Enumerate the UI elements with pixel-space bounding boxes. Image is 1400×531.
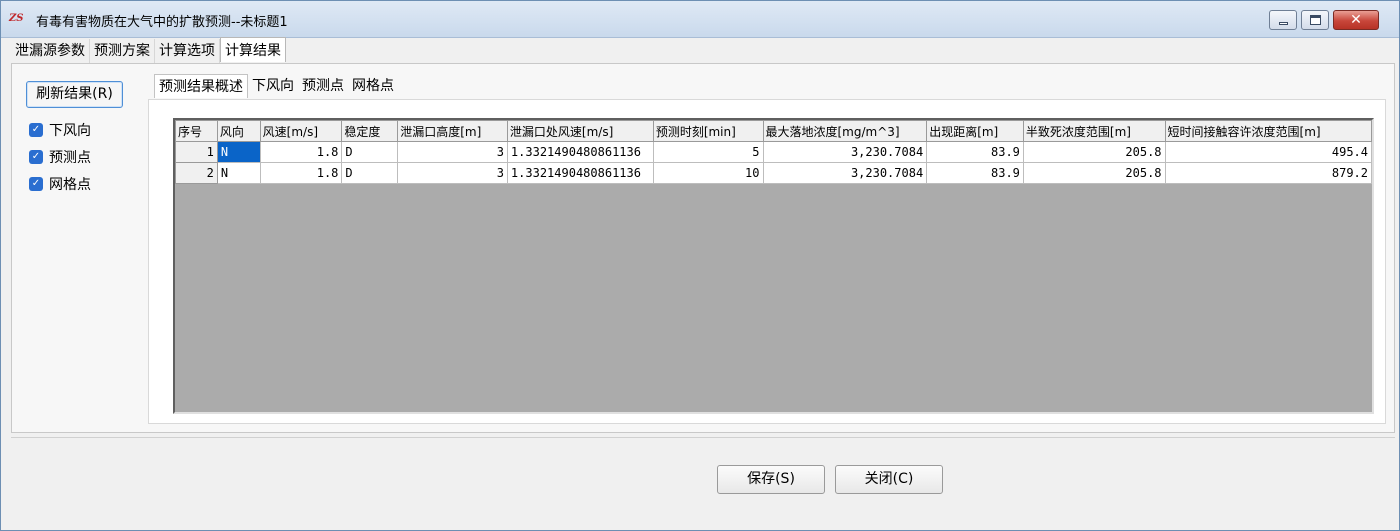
app-window: ZS 有毒有害物质在大气中的扩散预测--未标题1 ✕ 泄漏源参数 预测方案 计算… [0,0,1400,531]
close-button[interactable]: 关闭(C) [835,465,943,494]
column-header[interactable]: 泄漏口处风速[m/s] [506,120,654,142]
cell-prediction-time[interactable]: 10 [652,162,764,184]
cell-leak-wind-speed[interactable]: 1.3321490480861136 [506,141,654,163]
title-bar[interactable]: ZS 有毒有害物质在大气中的扩散预测--未标题1 ✕ [1,1,1399,38]
column-header[interactable]: 风向 [216,120,261,142]
cell-wind-direction[interactable]: N [216,141,261,163]
checkbox-grid-points-label: 网格点 [49,177,91,193]
close-icon: ✕ [1350,12,1362,28]
cell-stel-range[interactable]: 495.4 [1164,141,1372,163]
table-row[interactable]: 2 N 1.8 D 3 1.3321490480861136 10 3,230.… [175,162,1372,184]
checkbox-checked-icon: ✓ [29,177,43,191]
cell-prediction-time[interactable]: 5 [652,141,764,163]
cell-stability[interactable]: D [341,162,399,184]
column-header[interactable]: 最大落地浓度[mg/m^3] [762,120,928,142]
main-tab-bar: 泄漏源参数 预测方案 计算选项 计算结果 [11,37,286,63]
cell-wind-speed[interactable]: 1.8 [259,162,343,184]
minimize-icon [1279,22,1288,25]
checkbox-downwind-label: 下风向 [49,123,91,139]
cell-lc50-range[interactable]: 205.8 [1022,141,1166,163]
table-header-row: 序号 风向 风速[m/s] 稳定度 泄漏口高度[m] 泄漏口处风速[m/s] 预… [175,120,1372,142]
column-header[interactable]: 预测时刻[min] [652,120,764,142]
column-header[interactable]: 泄漏口高度[m] [397,120,508,142]
refresh-results-button[interactable]: 刷新结果(R) [26,81,123,108]
checkbox-checked-icon: ✓ [29,123,43,137]
cell-index[interactable]: 1 [175,141,218,163]
checkbox-checked-icon: ✓ [29,150,43,164]
table-row[interactable]: 1 N 1.8 D 3 1.3321490480861136 5 3,230.7… [175,141,1372,163]
close-window-button[interactable]: ✕ [1333,10,1379,30]
column-header[interactable]: 稳定度 [341,120,399,142]
subtab-downwind[interactable]: 下风向 [248,74,298,98]
cell-leak-height[interactable]: 3 [397,141,508,163]
cell-wind-speed[interactable]: 1.8 [259,141,343,163]
column-header[interactable]: 短时间接触容许浓度范围[m] [1164,120,1372,142]
column-header[interactable]: 序号 [175,120,218,142]
subtab-summary[interactable]: 预测结果概述 [154,74,248,98]
subtab-grid-points[interactable]: 网格点 [348,74,398,98]
cell-leak-wind-speed[interactable]: 1.3321490480861136 [506,162,654,184]
checkbox-prediction-points-label: 预测点 [49,150,91,166]
tab-prediction-plan[interactable]: 预测方案 [90,39,155,63]
app-logo-icon: ZS [9,13,24,24]
cell-stability[interactable]: D [341,141,399,163]
column-header[interactable]: 半致死浓度范围[m] [1022,120,1166,142]
window-title: 有毒有害物质在大气中的扩散预测--未标题1 [36,15,288,30]
cell-index[interactable]: 2 [175,162,218,184]
maximize-button[interactable] [1301,10,1329,30]
minimize-button[interactable] [1269,10,1297,30]
subtab-prediction-points[interactable]: 预测点 [298,74,348,98]
cell-distance[interactable]: 83.9 [926,141,1024,163]
footer-divider [11,437,1395,438]
results-panel: 刷新结果(R) ✓ 下风向 ✓ 预测点 ✓ 网格点 预测结果概述 下风向 预测点… [11,63,1395,433]
column-header[interactable]: 风速[m/s] [259,120,343,142]
sub-tab-bar: 预测结果概述 下风向 预测点 网格点 [154,74,398,98]
cell-leak-height[interactable]: 3 [397,162,508,184]
save-button[interactable]: 保存(S) [717,465,825,494]
tab-calc-options[interactable]: 计算选项 [155,39,220,63]
tab-leak-source-params[interactable]: 泄漏源参数 [11,39,90,63]
checkbox-downwind[interactable]: ✓ 下风向 [29,120,91,140]
cell-wind-direction[interactable]: N [216,162,261,184]
results-grid[interactable]: 序号 风向 风速[m/s] 稳定度 泄漏口高度[m] 泄漏口处风速[m/s] 预… [173,118,1374,414]
column-header[interactable]: 出现距离[m] [926,120,1024,142]
checkbox-prediction-points[interactable]: ✓ 预测点 [29,147,91,167]
results-table: 序号 风向 风速[m/s] 稳定度 泄漏口高度[m] 泄漏口处风速[m/s] 预… [175,120,1372,184]
cell-max-concentration[interactable]: 3,230.7084 [762,162,928,184]
cell-lc50-range[interactable]: 205.8 [1022,162,1166,184]
tab-calc-results[interactable]: 计算结果 [220,37,286,62]
cell-max-concentration[interactable]: 3,230.7084 [762,141,928,163]
maximize-icon [1310,15,1321,25]
cell-distance[interactable]: 83.9 [926,162,1024,184]
checkbox-grid-points[interactable]: ✓ 网格点 [29,174,91,194]
cell-stel-range[interactable]: 879.2 [1164,162,1372,184]
summary-panel: 序号 风向 风速[m/s] 稳定度 泄漏口高度[m] 泄漏口处风速[m/s] 预… [148,99,1386,424]
